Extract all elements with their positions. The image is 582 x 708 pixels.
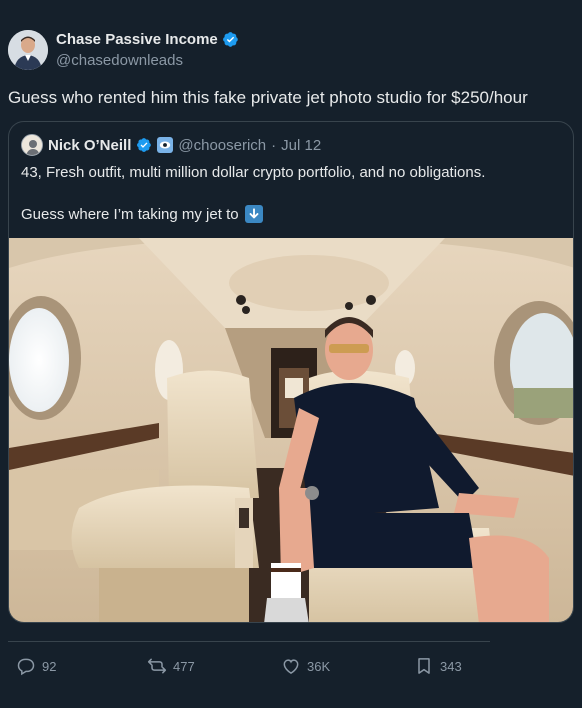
author-name[interactable]: Chase Passive Income: [56, 31, 239, 48]
quoted-text-line-2-text: Guess where I’m taking my jet to: [21, 205, 239, 223]
reply-count: 92: [42, 658, 57, 674]
quoted-verified-badge-icon: [137, 138, 152, 152]
reply-button[interactable]: 92: [16, 656, 56, 676]
quoted-author-handle[interactable]: @chooserich: [178, 137, 266, 154]
like-count: 36K: [307, 658, 331, 674]
bookmark-button[interactable]: 343: [414, 656, 462, 676]
quoted-text-line-1: 43, Fresh outfit, multi million dollar c…: [21, 164, 486, 181]
author-name-text[interactable]: Chase Passive Income: [56, 31, 218, 48]
quoted-text-line-2: Guess where I’m taking my jet to: [21, 205, 263, 223]
divider: [8, 641, 490, 642]
private-jet-cabin-photo[interactable]: [9, 238, 574, 623]
quoted-header: Nick O’Neill @chooserich · Jul 12: [21, 134, 321, 156]
author-handle[interactable]: @chasedownleads: [56, 52, 183, 69]
like-button[interactable]: 36K: [281, 656, 330, 676]
tweet: Chase Passive Income @chasedownleads Gue…: [0, 0, 582, 708]
quoted-avatar[interactable]: [21, 134, 43, 156]
repost-icon: [147, 658, 167, 674]
down-arrow-emoji-icon: [244, 205, 263, 223]
quoted-author-name[interactable]: Nick O’Neill: [48, 137, 131, 154]
author-avatar[interactable]: [8, 30, 48, 70]
repost-button[interactable]: 477: [147, 656, 195, 676]
meta-separator: ·: [271, 136, 277, 154]
verified-badge-icon: [222, 32, 238, 47]
affiliate-badge-icon: [157, 137, 174, 153]
bookmark-count: 343: [440, 658, 462, 674]
tweet-text: Guess who rented him this fake private j…: [8, 88, 528, 107]
heart-icon: [283, 659, 299, 674]
bookmark-icon: [418, 658, 430, 674]
quoted-tweet[interactable]: Nick O’Neill @chooserich · Jul 12 43, Fr…: [8, 121, 574, 623]
quoted-date[interactable]: Jul 12: [281, 137, 321, 154]
reply-icon: [17, 658, 35, 676]
repost-count: 477: [173, 658, 195, 674]
